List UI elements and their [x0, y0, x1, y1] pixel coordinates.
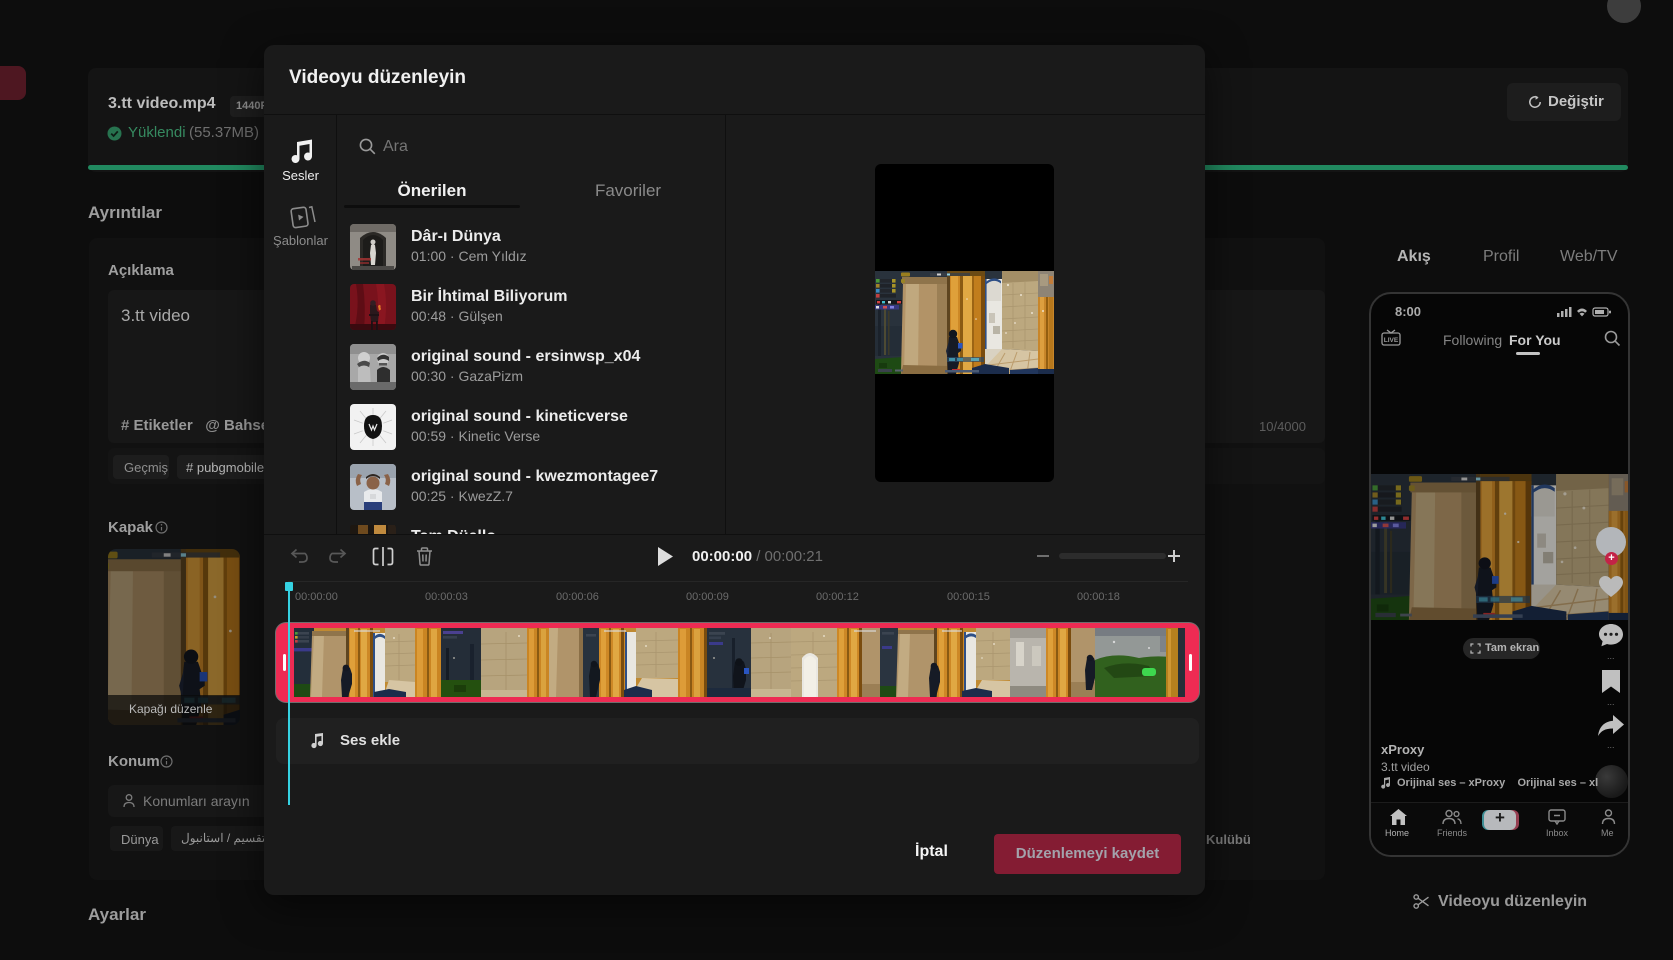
svg-text:LIVE: LIVE [1384, 337, 1399, 344]
